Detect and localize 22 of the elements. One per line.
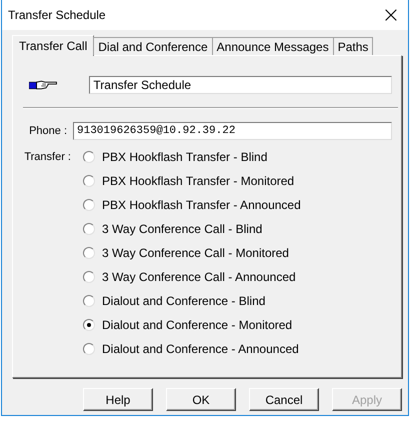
phone-field[interactable]: 913019626359@10.92.39.22 — [73, 122, 392, 140]
radio-label[interactable]: PBX Hookflash Transfer - Monitored — [102, 174, 294, 188]
tab[interactable]: Transfer Call — [12, 35, 94, 56]
radio-label[interactable]: 3 Way Conference Call - Announced — [102, 270, 296, 284]
name-field[interactable]: Transfer Schedule — [89, 76, 392, 94]
close-button[interactable]: × — [374, 0, 408, 30]
dialog-button[interactable]: Cancel — [249, 388, 319, 411]
radio-label[interactable]: 3 Way Conference Call - Blind — [102, 222, 262, 236]
tab[interactable]: Announce Messages — [212, 37, 334, 55]
radio-label[interactable]: Dialout and Conference - Blind — [102, 294, 266, 308]
window-title: Transfer Schedule — [8, 8, 106, 22]
tab[interactable]: Paths — [332, 37, 374, 55]
radio-label[interactable]: 3 Way Conference Call - Monitored — [102, 246, 289, 260]
dialog-button[interactable]: Help — [83, 388, 153, 411]
radio-label[interactable]: Dialout and Conference - Monitored — [102, 318, 292, 332]
dialog-button[interactable]: OK — [166, 388, 236, 411]
phone-label: Phone : — [29, 125, 68, 137]
transfer-label: Transfer : — [23, 150, 72, 165]
radio-label[interactable]: PBX Hookflash Transfer - Announced — [102, 198, 301, 212]
tab[interactable]: Dial and Conference — [93, 37, 213, 55]
radio-label[interactable]: PBX Hookflash Transfer - Blind — [102, 150, 268, 164]
radio-label[interactable]: Dialout and Conference - Announced — [102, 342, 299, 356]
